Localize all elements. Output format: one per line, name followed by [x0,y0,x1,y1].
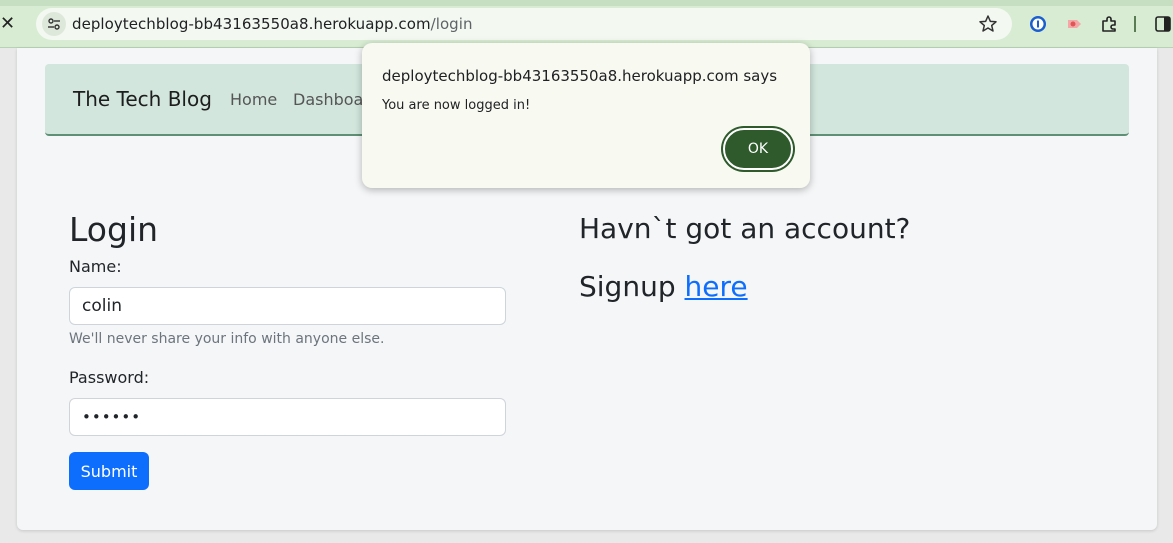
address-bar[interactable]: deploytechblog-bb43163550a8.herokuapp.co… [36,8,1012,40]
dialog-title: deploytechblog-bb43163550a8.herokuapp.co… [382,67,778,85]
tab-strip [0,0,1173,6]
toolbar-divider [1132,13,1138,35]
submit-button[interactable]: Submit [69,452,149,490]
password-manager-icon[interactable] [1027,13,1049,35]
password-input[interactable]: •••••• [69,398,506,436]
browser-toolbar: ✕ deploytechblog-bb43163550a8.herokuapp.… [0,0,1173,48]
url-text: deploytechblog-bb43163550a8.herokuapp.co… [72,14,473,34]
ok-button[interactable]: OK [723,128,793,170]
close-icon[interactable]: ✕ [0,12,18,36]
signup-prompt-text: Signup [579,270,685,303]
nav-dashboard-link[interactable]: Dashboa [293,89,363,111]
brand-logo[interactable]: The Tech Blog [73,86,212,112]
login-title: Login [69,210,159,249]
name-help-text: We'll never share your info with anyone … [69,331,385,347]
name-input[interactable]: colin [69,287,506,325]
url-host: deploytechblog-bb43163550a8.herokuapp.co… [72,15,431,33]
dialog-message: You are now logged in! [382,98,531,113]
password-label: Password: [69,368,150,387]
signup-prompt: Signup here [579,270,748,304]
sidebar-icon[interactable] [1152,13,1173,35]
url-path: /login [430,15,473,33]
extension-icon[interactable] [1063,13,1085,35]
nav-home-link[interactable]: Home [230,89,277,111]
site-info-icon[interactable] [42,12,66,36]
signup-link[interactable]: here [685,270,748,303]
name-label: Name: [69,257,122,276]
signup-heading: Havn`t got an account? [579,212,911,245]
puzzle-icon[interactable] [1099,13,1121,35]
alert-dialog: deploytechblog-bb43163550a8.herokuapp.co… [362,43,810,188]
star-icon[interactable] [978,14,998,34]
